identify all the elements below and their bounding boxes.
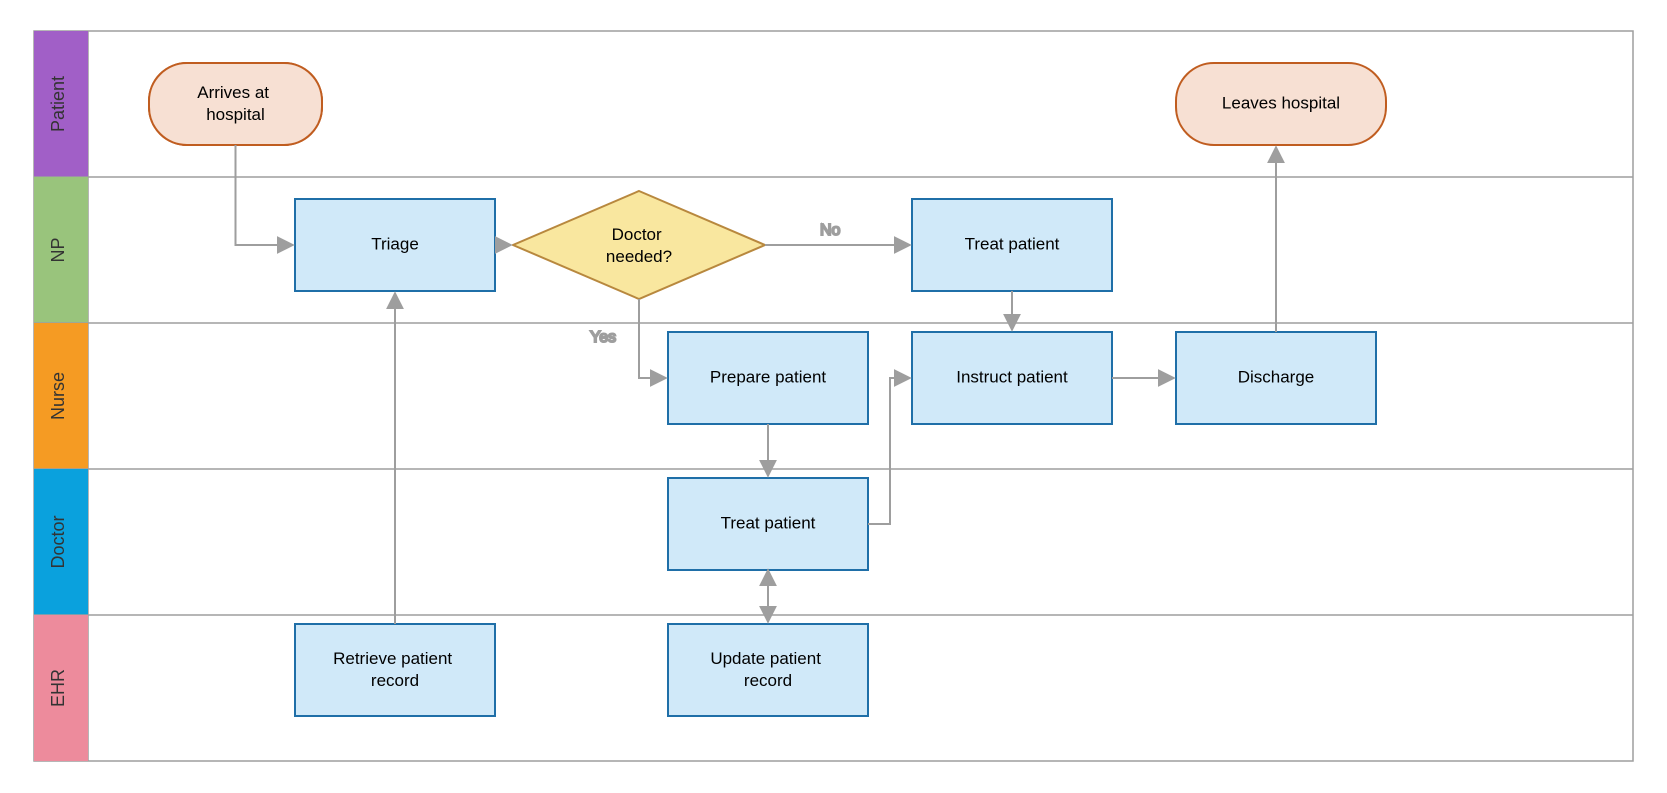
lane-label-patient: Patient: [48, 76, 68, 132]
node-triage-label: Triage: [371, 234, 419, 253]
swimlane-diagram: Patient NP Nurse Doctor EHR Arrives at h…: [0, 0, 1667, 793]
edge-label-no: No: [820, 222, 841, 239]
node-treat-np-label: Treat patient: [965, 234, 1060, 253]
node-prepare-label: Prepare patient: [710, 367, 827, 386]
lane-label-nurse: Nurse: [48, 372, 68, 420]
lane-label-np: NP: [48, 237, 68, 262]
edge-treatdoc-instruct: [868, 378, 910, 524]
node-update: [668, 624, 868, 716]
node-retrieve: [295, 624, 495, 716]
edge-arrives-triage: [236, 145, 294, 245]
edge-decision-yes: [639, 299, 666, 378]
lane-label-doctor: Doctor: [48, 515, 68, 568]
edge-label-yes: Yes: [590, 329, 616, 346]
node-doctor-needed: [513, 191, 765, 299]
lane-label-ehr: EHR: [48, 669, 68, 707]
node-discharge-label: Discharge: [1238, 367, 1315, 386]
node-instruct-label: Instruct patient: [956, 367, 1068, 386]
node-treat-doc-label: Treat patient: [721, 513, 816, 532]
node-leaves-label: Leaves hospital: [1222, 93, 1340, 112]
